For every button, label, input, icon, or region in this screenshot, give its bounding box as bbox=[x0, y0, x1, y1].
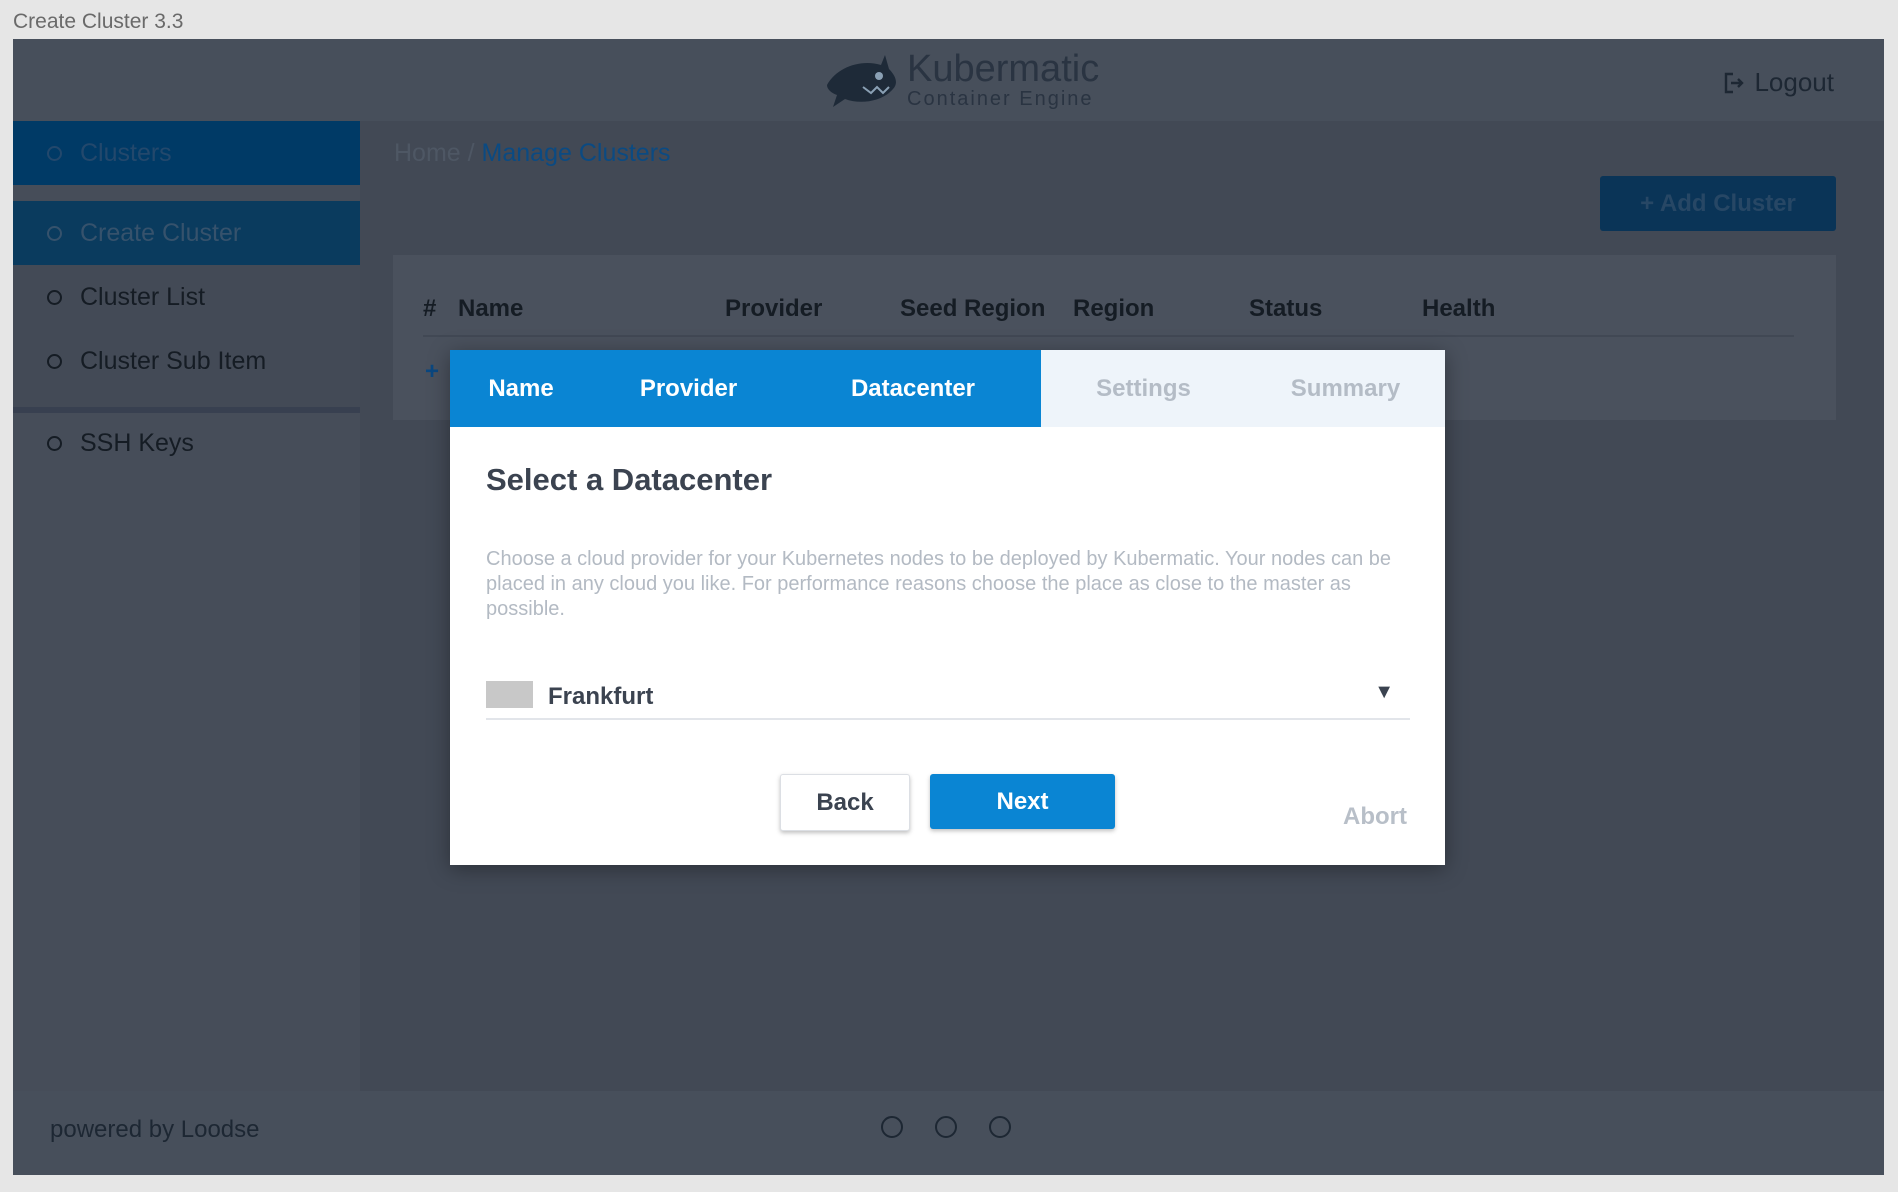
kubermatic-logo[interactable]: Kubermatic Container Engine bbox=[823, 49, 1099, 111]
sidebar-item-label: Create Cluster bbox=[80, 218, 242, 247]
top-header: Kubermatic Container Engine Logout bbox=[13, 39, 1884, 121]
pager-dot[interactable] bbox=[989, 1116, 1011, 1138]
abort-link[interactable]: Abort bbox=[1343, 803, 1407, 831]
window-title: Create Cluster 3.3 bbox=[13, 10, 184, 33]
column-header-status: Status bbox=[1249, 295, 1323, 322]
logout-label: Logout bbox=[1754, 67, 1834, 97]
back-button[interactable]: Back bbox=[780, 774, 910, 831]
sidebar-item-create-cluster[interactable]: Create Cluster bbox=[13, 201, 360, 265]
sidebar: Clusters Create Cluster Cluster List Clu… bbox=[13, 121, 360, 1091]
column-header-provider: Provider bbox=[725, 295, 823, 322]
step-name[interactable]: Name bbox=[450, 350, 592, 427]
circle-icon bbox=[47, 289, 62, 305]
wizard-steps: Name Provider Datacenter Settings Summar… bbox=[450, 350, 1445, 427]
sidebar-item-label: SSH Keys bbox=[80, 428, 194, 457]
breadcrumb-current: Manage Clusters bbox=[481, 139, 671, 167]
circle-icon bbox=[47, 145, 62, 161]
add-row-link[interactable]: + bbox=[425, 358, 439, 386]
column-header-index: # bbox=[423, 295, 437, 322]
powered-by-text: powered by Loodse bbox=[50, 1116, 260, 1143]
sidebar-item-label: Cluster List bbox=[80, 282, 206, 311]
caret-down-icon[interactable]: ▼ bbox=[1374, 681, 1394, 704]
sidebar-item-label: Clusters bbox=[80, 138, 172, 167]
step-summary[interactable]: Summary bbox=[1246, 350, 1445, 427]
circle-icon bbox=[47, 353, 62, 369]
sidebar-item-clusters[interactable]: Clusters bbox=[13, 121, 360, 185]
breadcrumb: Home / Manage Clusters bbox=[394, 139, 671, 168]
breadcrumb-home[interactable]: Home bbox=[394, 139, 461, 167]
logo-title: Kubermatic bbox=[907, 48, 1100, 90]
pager-dots bbox=[881, 1116, 1011, 1138]
sidebar-item-ssh-keys[interactable]: SSH Keys bbox=[13, 411, 360, 475]
dialog-title: Select a Datacenter bbox=[486, 462, 773, 497]
circle-icon bbox=[47, 435, 62, 451]
sidebar-item-cluster-list[interactable]: Cluster List bbox=[13, 265, 360, 329]
column-header-name: Name bbox=[458, 295, 524, 322]
flag-icon bbox=[486, 681, 533, 708]
next-button[interactable]: Next bbox=[930, 774, 1115, 829]
dialog-description: Choose a cloud provider for your Kuberne… bbox=[486, 548, 1392, 620]
column-header-region: Region bbox=[1073, 295, 1155, 322]
step-datacenter[interactable]: Datacenter bbox=[785, 350, 1041, 427]
column-header-health: Health bbox=[1422, 295, 1496, 322]
logout-icon bbox=[1725, 72, 1745, 93]
datacenter-select-value: Frankfurt bbox=[548, 683, 654, 710]
datacenter-select[interactable]: Frankfurt ▼ bbox=[486, 675, 1410, 720]
logout-button[interactable]: Logout bbox=[1724, 67, 1834, 98]
logo-subtitle: Container Engine bbox=[907, 88, 1094, 110]
create-cluster-dialog: Name Provider Datacenter Settings Summar… bbox=[450, 350, 1445, 865]
step-settings[interactable]: Settings bbox=[1041, 350, 1246, 427]
table-divider bbox=[423, 335, 1794, 337]
sidebar-item-label: Cluster Sub Item bbox=[80, 346, 267, 375]
column-header-seed-region: Seed Region bbox=[900, 295, 1046, 322]
sidebar-item-cluster-sub-item[interactable]: Cluster Sub Item bbox=[13, 329, 360, 393]
step-provider[interactable]: Provider bbox=[592, 350, 785, 427]
breadcrumb-separator: / bbox=[467, 139, 475, 167]
footer: powered by Loodse bbox=[13, 1091, 1884, 1175]
shark-logo-icon bbox=[827, 55, 896, 107]
pager-dot[interactable] bbox=[935, 1116, 957, 1138]
circle-icon bbox=[47, 225, 62, 241]
add-cluster-button[interactable]: + Add Cluster bbox=[1600, 176, 1836, 231]
pager-dot[interactable] bbox=[881, 1116, 903, 1138]
